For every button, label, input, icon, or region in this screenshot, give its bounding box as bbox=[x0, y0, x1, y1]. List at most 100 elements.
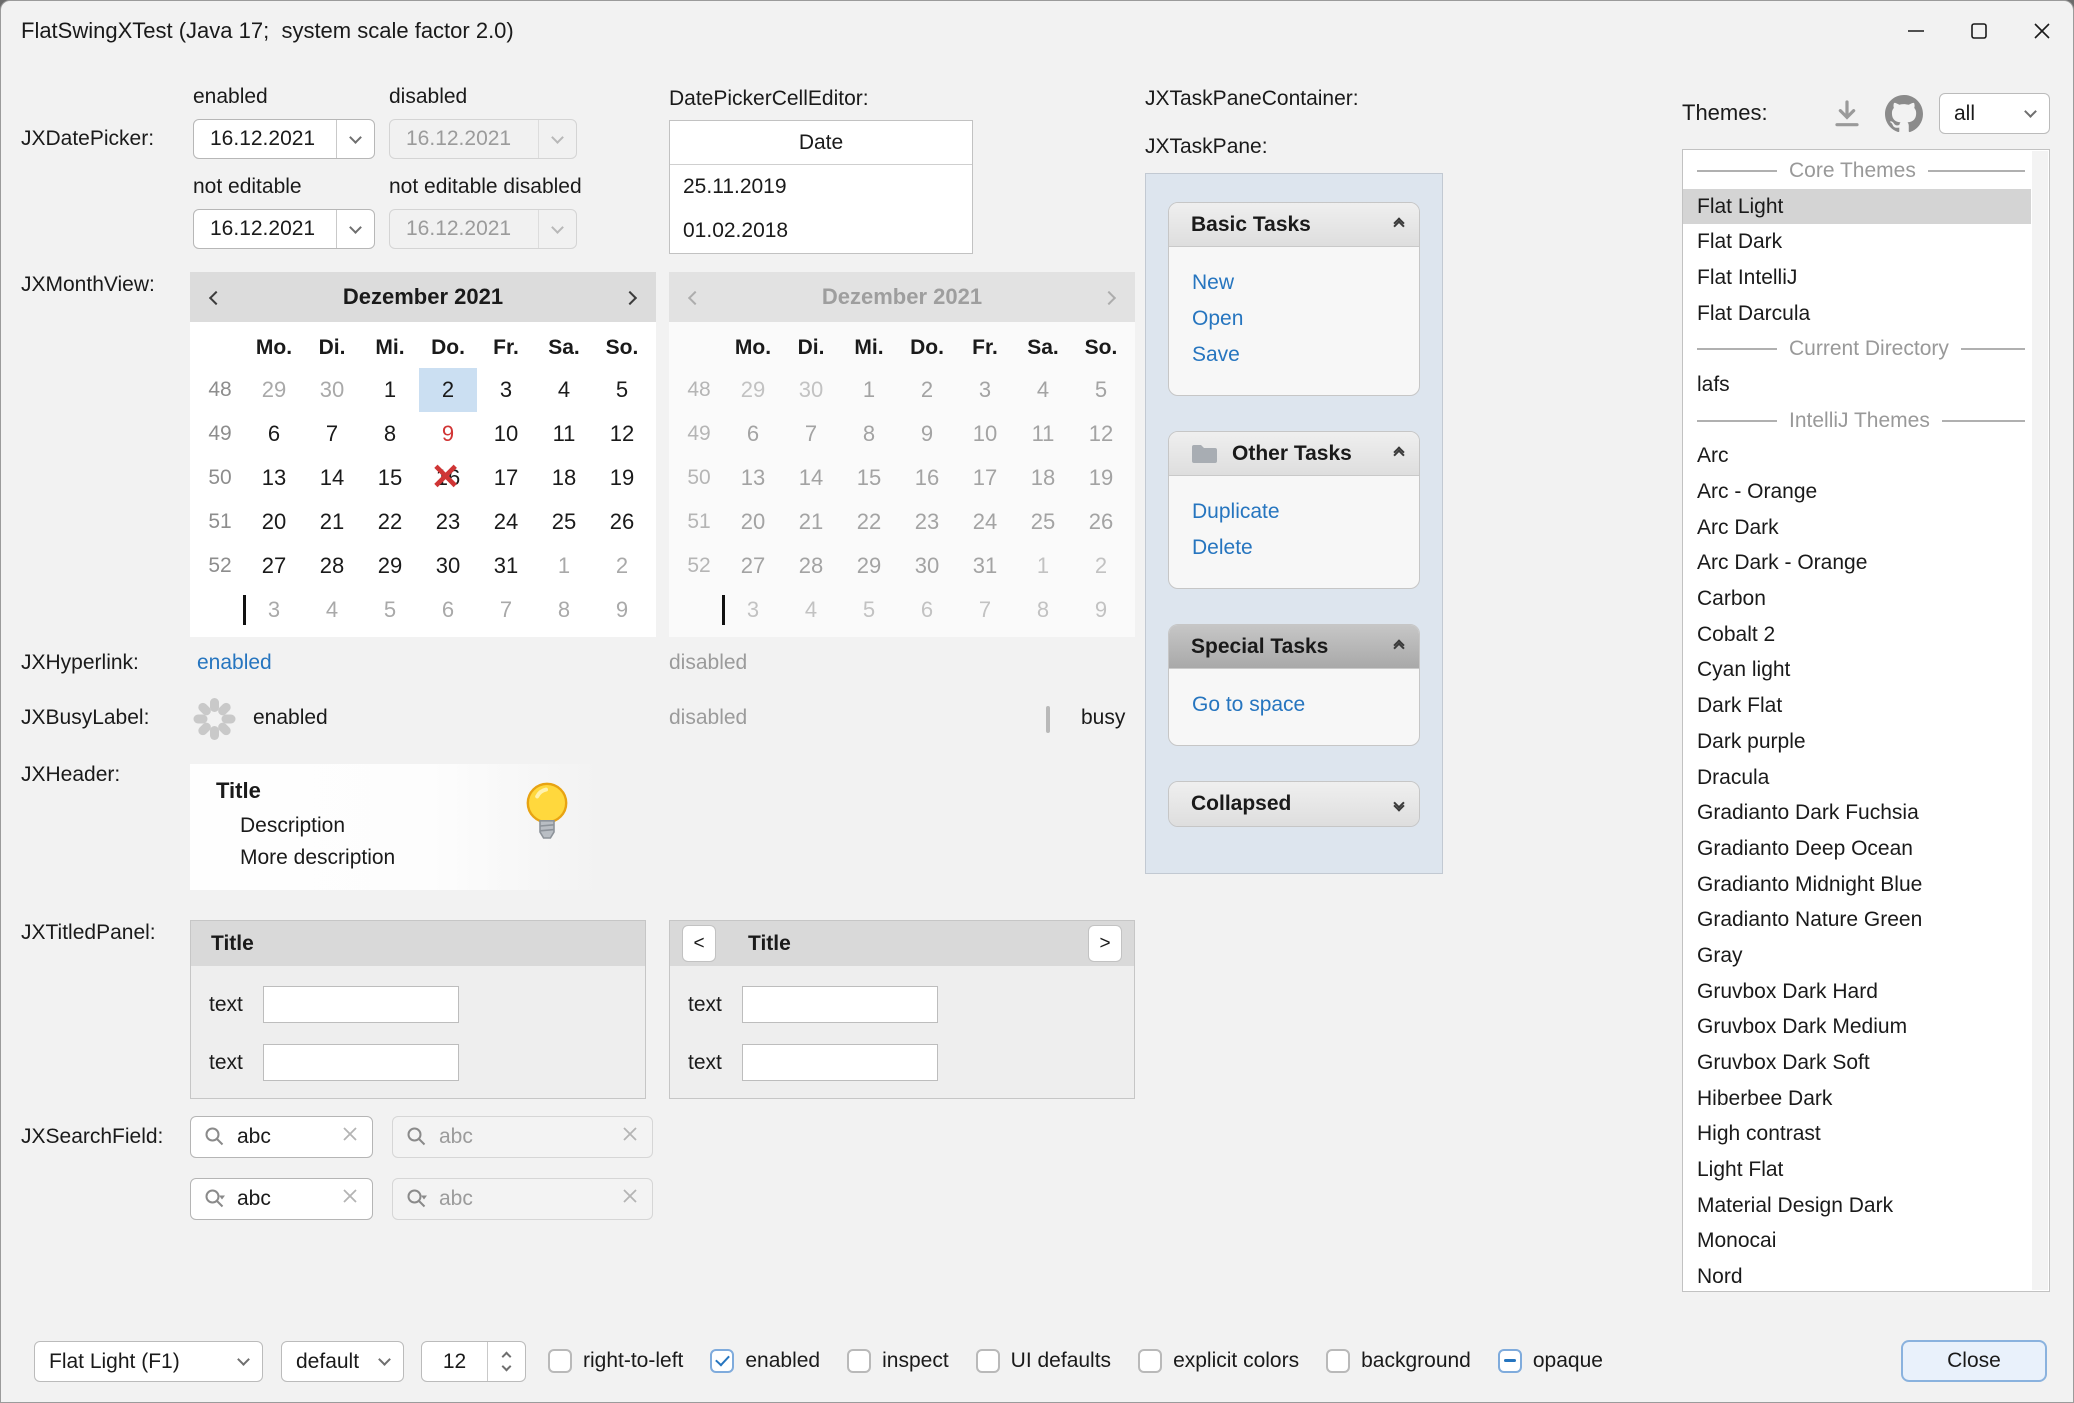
calendar-day[interactable]: 23 bbox=[419, 500, 477, 544]
calendar-day[interactable]: 18 bbox=[535, 456, 593, 500]
text-input[interactable] bbox=[742, 986, 938, 1023]
font-size-spinner[interactable]: 12 bbox=[421, 1341, 526, 1382]
theme-item-dark-purple[interactable]: Dark purple bbox=[1683, 724, 2031, 760]
calendar-day[interactable]: 11 bbox=[535, 412, 593, 456]
calendar-day[interactable]: 2 bbox=[419, 368, 477, 412]
calendar-day[interactable]: 9 bbox=[419, 412, 477, 456]
taskpane-link-open[interactable]: Open bbox=[1192, 301, 1419, 337]
calendar-day[interactable]: 13 bbox=[245, 456, 303, 500]
close-window-button[interactable] bbox=[2010, 1, 2073, 61]
theme-combo[interactable]: Flat Light (F1) bbox=[34, 1341, 263, 1382]
calendar-day[interactable]: 24 bbox=[477, 500, 535, 544]
theme-item-cobalt-2[interactable]: Cobalt 2 bbox=[1683, 617, 2031, 653]
theme-item-flat-light[interactable]: Flat Light bbox=[1683, 189, 2031, 225]
text-input[interactable] bbox=[263, 986, 459, 1023]
collapse-icon[interactable] bbox=[1395, 641, 1403, 652]
theme-item-gradianto-midnight-blue[interactable]: Gradianto Midnight Blue bbox=[1683, 867, 2031, 903]
taskpane-link-duplicate[interactable]: Duplicate bbox=[1192, 494, 1419, 530]
theme-item-gradianto-nature-green[interactable]: Gradianto Nature Green bbox=[1683, 902, 2031, 938]
theme-item-cyan-light[interactable]: Cyan light bbox=[1683, 653, 2031, 689]
themes-filter-combo[interactable]: all bbox=[1939, 93, 2050, 134]
text-input[interactable] bbox=[742, 1044, 938, 1081]
text-input[interactable] bbox=[263, 1044, 459, 1081]
calendar-day[interactable]: 10 bbox=[477, 412, 535, 456]
checkbox-right-to-left[interactable]: right-to-left bbox=[548, 1349, 683, 1373]
theme-item-gruvbox-dark-soft[interactable]: Gruvbox Dark Soft bbox=[1683, 1045, 2031, 1081]
calendar-day[interactable]: 1 bbox=[361, 368, 419, 412]
themes-scrollbar[interactable] bbox=[2032, 151, 2048, 1290]
calendar-day[interactable]: 20 bbox=[245, 500, 303, 544]
theme-item-carbon[interactable]: Carbon bbox=[1683, 581, 2031, 617]
calendar-day[interactable]: 30 bbox=[419, 544, 477, 588]
date-table-row[interactable]: 25.11.2019 bbox=[670, 165, 972, 209]
checkbox-background[interactable]: background bbox=[1326, 1349, 1471, 1373]
calendar-day[interactable]: 28 bbox=[303, 544, 361, 588]
theme-item-arc-orange[interactable]: Arc - Orange bbox=[1683, 474, 2031, 510]
theme-item-lafs[interactable]: lafs bbox=[1683, 367, 2031, 403]
calendar-day[interactable]: 4 bbox=[535, 368, 593, 412]
checkbox-box[interactable] bbox=[847, 1349, 871, 1373]
calendar-day[interactable]: 21 bbox=[303, 500, 361, 544]
datepicker-dropdown-button[interactable] bbox=[336, 210, 374, 248]
theme-item-arc-dark[interactable]: Arc Dark bbox=[1683, 510, 2031, 546]
download-icon[interactable] bbox=[1831, 98, 1863, 136]
datepicker-dropdown-button[interactable] bbox=[336, 120, 374, 158]
calendar-day[interactable]: 22 bbox=[361, 500, 419, 544]
datepicker-enabled[interactable]: 16.12.2021 bbox=[193, 119, 375, 159]
theme-item-arc-dark-orange[interactable]: Arc Dark - Orange bbox=[1683, 546, 2031, 582]
checkbox-ui-defaults[interactable]: UI defaults bbox=[976, 1349, 1111, 1373]
theme-item-monocai[interactable]: Monocai bbox=[1683, 1224, 2031, 1260]
taskpane-link-go-to-space[interactable]: Go to space bbox=[1192, 687, 1419, 723]
search-field-enabled[interactable]: abc bbox=[190, 1116, 373, 1158]
calendar-day[interactable]: 16 bbox=[419, 456, 477, 500]
clear-icon[interactable] bbox=[340, 1186, 360, 1212]
checkbox-inspect[interactable]: inspect bbox=[847, 1349, 949, 1373]
calendar-day[interactable]: 8 bbox=[535, 588, 593, 632]
calendar-day[interactable]: 9 bbox=[593, 588, 651, 632]
theme-item-flat-intellij[interactable]: Flat IntelliJ bbox=[1683, 260, 2031, 296]
calendar-day[interactable]: 27 bbox=[245, 544, 303, 588]
calendar-day[interactable]: 4 bbox=[303, 588, 361, 632]
checkbox-enabled[interactable]: enabled bbox=[710, 1349, 820, 1373]
expand-icon[interactable] bbox=[1395, 799, 1403, 810]
checkbox-box[interactable] bbox=[976, 1349, 1000, 1373]
calendar-day[interactable]: 29 bbox=[361, 544, 419, 588]
calendar-day[interactable]: 7 bbox=[477, 588, 535, 632]
close-button[interactable]: Close bbox=[1901, 1340, 2047, 1382]
prev-month-button[interactable] bbox=[211, 285, 221, 309]
calendar-day[interactable]: 3 bbox=[245, 588, 303, 632]
checkbox-box[interactable] bbox=[548, 1349, 572, 1373]
calendar-day[interactable]: 14 bbox=[303, 456, 361, 500]
taskpane-link-delete[interactable]: Delete bbox=[1192, 530, 1419, 566]
calendar-day[interactable]: 31 bbox=[477, 544, 535, 588]
theme-item-high-contrast[interactable]: High contrast bbox=[1683, 1117, 2031, 1153]
collapse-icon[interactable] bbox=[1395, 448, 1403, 459]
date-table-row[interactable]: 01.02.2018 bbox=[670, 209, 972, 253]
calendar-day[interactable]: 5 bbox=[361, 588, 419, 632]
theme-item-gray[interactable]: Gray bbox=[1683, 938, 2031, 974]
calendar-day[interactable]: 29 bbox=[245, 368, 303, 412]
maximize-button[interactable] bbox=[1947, 1, 2010, 61]
theme-item-gruvbox-dark-medium[interactable]: Gruvbox Dark Medium bbox=[1683, 1010, 2031, 1046]
next-month-button[interactable] bbox=[625, 285, 635, 309]
calendar-day[interactable]: 12 bbox=[593, 412, 651, 456]
collapse-icon[interactable] bbox=[1395, 219, 1403, 230]
theme-item-light-flat[interactable]: Light Flat bbox=[1683, 1152, 2031, 1188]
theme-item-dark-flat[interactable]: Dark Flat bbox=[1683, 688, 2031, 724]
checkbox-box[interactable] bbox=[1498, 1349, 1522, 1373]
titled-panel-prev-button[interactable]: < bbox=[682, 925, 716, 962]
busy-checkbox[interactable] bbox=[1046, 706, 1050, 733]
theme-item-flat-dark[interactable]: Flat Dark bbox=[1683, 224, 2031, 260]
taskpane-link-save[interactable]: Save bbox=[1192, 337, 1419, 373]
spinner-buttons[interactable] bbox=[487, 1342, 525, 1381]
calendar-day[interactable]: 26 bbox=[593, 500, 651, 544]
checkbox-box[interactable] bbox=[1138, 1349, 1162, 1373]
checkbox-explicit-colors[interactable]: explicit colors bbox=[1138, 1349, 1299, 1373]
calendar-day[interactable]: 25 bbox=[535, 500, 593, 544]
theme-item-hiberbee-dark[interactable]: Hiberbee Dark bbox=[1683, 1081, 2031, 1117]
taskpane-header[interactable]: Basic Tasks bbox=[1169, 203, 1419, 247]
taskpane-link-new[interactable]: New bbox=[1192, 265, 1419, 301]
calendar-day[interactable]: 5 bbox=[593, 368, 651, 412]
calendar-day[interactable]: 6 bbox=[419, 588, 477, 632]
search-field-dropdown-enabled[interactable]: abc bbox=[190, 1178, 373, 1220]
